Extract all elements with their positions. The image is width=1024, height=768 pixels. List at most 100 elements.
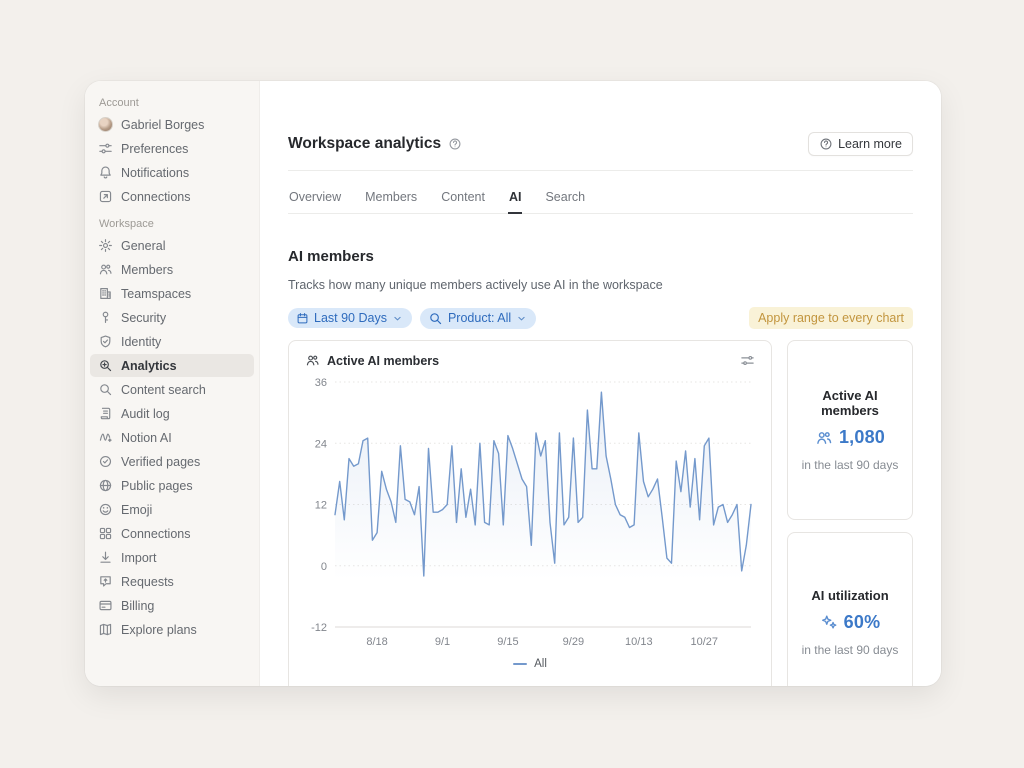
calendar-icon — [296, 312, 309, 325]
sidebar-item-label: Preferences — [121, 142, 188, 156]
section-title: AI members — [288, 248, 913, 265]
magnifier-plus-icon — [97, 358, 113, 374]
sidebar-item-analytics[interactable]: Analytics — [90, 354, 254, 377]
stat-value: 60% — [844, 612, 881, 633]
sidebar-item-label: Requests — [121, 575, 174, 589]
svg-text:9/29: 9/29 — [563, 636, 584, 646]
header-divider — [288, 170, 913, 171]
stat-value-row: 60% — [820, 612, 881, 633]
svg-text:9/15: 9/15 — [497, 636, 518, 646]
help-icon[interactable] — [448, 137, 462, 151]
sidebar-item-connections[interactable]: Connections — [90, 185, 254, 208]
svg-text:8/18: 8/18 — [366, 636, 387, 646]
chart-card-title: Active AI members — [327, 354, 439, 368]
sidebar-item-members[interactable]: Members — [90, 258, 254, 281]
chart-options-icon[interactable] — [740, 353, 755, 368]
sidebar-item-label: Audit log — [121, 407, 170, 421]
stat-cards-column: Active AI members 1,080 in the last 90 d… — [787, 340, 913, 686]
sidebar-item-preferences[interactable]: Preferences — [90, 137, 254, 160]
learn-more-label: Learn more — [838, 137, 902, 151]
sidebar-item-identity[interactable]: Identity — [90, 330, 254, 353]
sidebar-item-notion-ai[interactable]: Notion AI — [90, 426, 254, 449]
sidebar-item-label: Connections — [121, 527, 191, 541]
sidebar-item-label: Billing — [121, 599, 154, 613]
tab-content[interactable]: Content — [440, 187, 486, 214]
settings-sidebar: AccountGabriel BorgesPreferencesNotifica… — [85, 81, 260, 686]
tab-members[interactable]: Members — [364, 187, 418, 214]
product-filter-label: Product: All — [448, 311, 511, 325]
sidebar-section-label: Workspace — [99, 218, 259, 230]
sidebar-item-label: Content search — [121, 383, 206, 397]
sliders-icon — [97, 141, 113, 157]
sidebar-item-general[interactable]: General — [90, 234, 254, 257]
analytics-tabs: Overview Members Content AI Search — [288, 187, 913, 214]
svg-text:-12: -12 — [311, 622, 327, 634]
sidebar-item-label: Analytics — [121, 359, 177, 373]
cards-row: Active AI members -1201224368/189/19/159… — [288, 340, 913, 686]
scroll-icon — [97, 406, 113, 422]
section-description: Tracks how many unique members actively … — [288, 278, 913, 292]
svg-text:10/27: 10/27 — [690, 636, 718, 646]
stat-caption: in the last 90 days — [802, 643, 899, 657]
stat-title: AI utilization — [811, 588, 888, 603]
sidebar-item-content-search[interactable]: Content search — [90, 378, 254, 401]
page-title: Workspace analytics — [288, 135, 441, 153]
key-icon — [97, 310, 113, 326]
sidebar-item-audit-log[interactable]: Audit log — [90, 402, 254, 425]
avatar — [98, 117, 113, 132]
people-icon — [815, 429, 833, 447]
sidebar-item-billing[interactable]: Billing — [90, 594, 254, 617]
download-icon — [97, 550, 113, 566]
sidebar-item-notifications[interactable]: Notifications — [90, 161, 254, 184]
sidebar-item-security[interactable]: Security — [90, 306, 254, 329]
credit-card-icon — [97, 598, 113, 614]
sidebar-item-label: Notifications — [121, 166, 189, 180]
date-range-filter[interactable]: Last 90 Days — [288, 308, 412, 328]
sidebar-item-teamspaces[interactable]: Teamspaces — [90, 282, 254, 305]
svg-text:0: 0 — [321, 561, 327, 573]
active-ai-members-line-chart: -1201224368/189/19/159/2910/1310/27 — [305, 368, 757, 646]
tab-search[interactable]: Search — [544, 187, 586, 214]
avatar-icon — [97, 117, 113, 133]
tab-overview[interactable]: Overview — [288, 187, 342, 214]
chat-up-icon — [97, 574, 113, 590]
help-circle-icon — [819, 137, 833, 151]
sidebar-item-label: Security — [121, 311, 166, 325]
svg-text:24: 24 — [315, 438, 327, 450]
sparkles-icon — [820, 613, 838, 631]
stat-title: Active AI members — [796, 388, 904, 418]
apply-range-button[interactable]: Apply range to every chart — [749, 307, 913, 329]
sidebar-item-gabriel-borges[interactable]: Gabriel Borges — [90, 113, 254, 136]
sidebar-item-emoji[interactable]: Emoji — [90, 498, 254, 521]
product-filter[interactable]: Product: All — [420, 308, 536, 329]
chevron-down-icon — [392, 313, 403, 324]
map-icon — [97, 622, 113, 638]
stat-value: 1,080 — [839, 427, 885, 448]
page-header: Workspace analytics Learn more — [288, 132, 913, 156]
learn-more-button[interactable]: Learn more — [808, 132, 913, 156]
svg-text:36: 36 — [315, 377, 327, 389]
filters-row: Last 90 Days Product: All Apply range to… — [288, 307, 913, 329]
sidebar-item-label: Emoji — [121, 503, 152, 517]
tab-ai[interactable]: AI — [508, 187, 523, 214]
arrow-up-right-square-icon — [97, 189, 113, 205]
shield-check-icon — [97, 334, 113, 350]
sidebar-item-requests[interactable]: Requests — [90, 570, 254, 593]
chart-legend: All — [305, 658, 755, 670]
sidebar-item-label: Members — [121, 263, 173, 277]
sidebar-item-public-pages[interactable]: Public pages — [90, 474, 254, 497]
sidebar-item-verified-pages[interactable]: Verified pages — [90, 450, 254, 473]
sidebar-item-label: Explore plans — [121, 623, 197, 637]
sidebar-item-explore-plans[interactable]: Explore plans — [90, 618, 254, 641]
sidebar-item-connections[interactable]: Connections — [90, 522, 254, 545]
sidebar-item-label: General — [121, 239, 165, 253]
globe-icon — [97, 478, 113, 494]
sidebar-item-label: Identity — [121, 335, 161, 349]
chevron-down-icon — [516, 313, 527, 324]
building-icon — [97, 286, 113, 302]
sidebar-item-import[interactable]: Import — [90, 546, 254, 569]
svg-text:10/13: 10/13 — [625, 636, 653, 646]
people-icon — [305, 353, 320, 368]
magnifier-icon — [428, 311, 443, 326]
stat-value-row: 1,080 — [815, 427, 885, 448]
